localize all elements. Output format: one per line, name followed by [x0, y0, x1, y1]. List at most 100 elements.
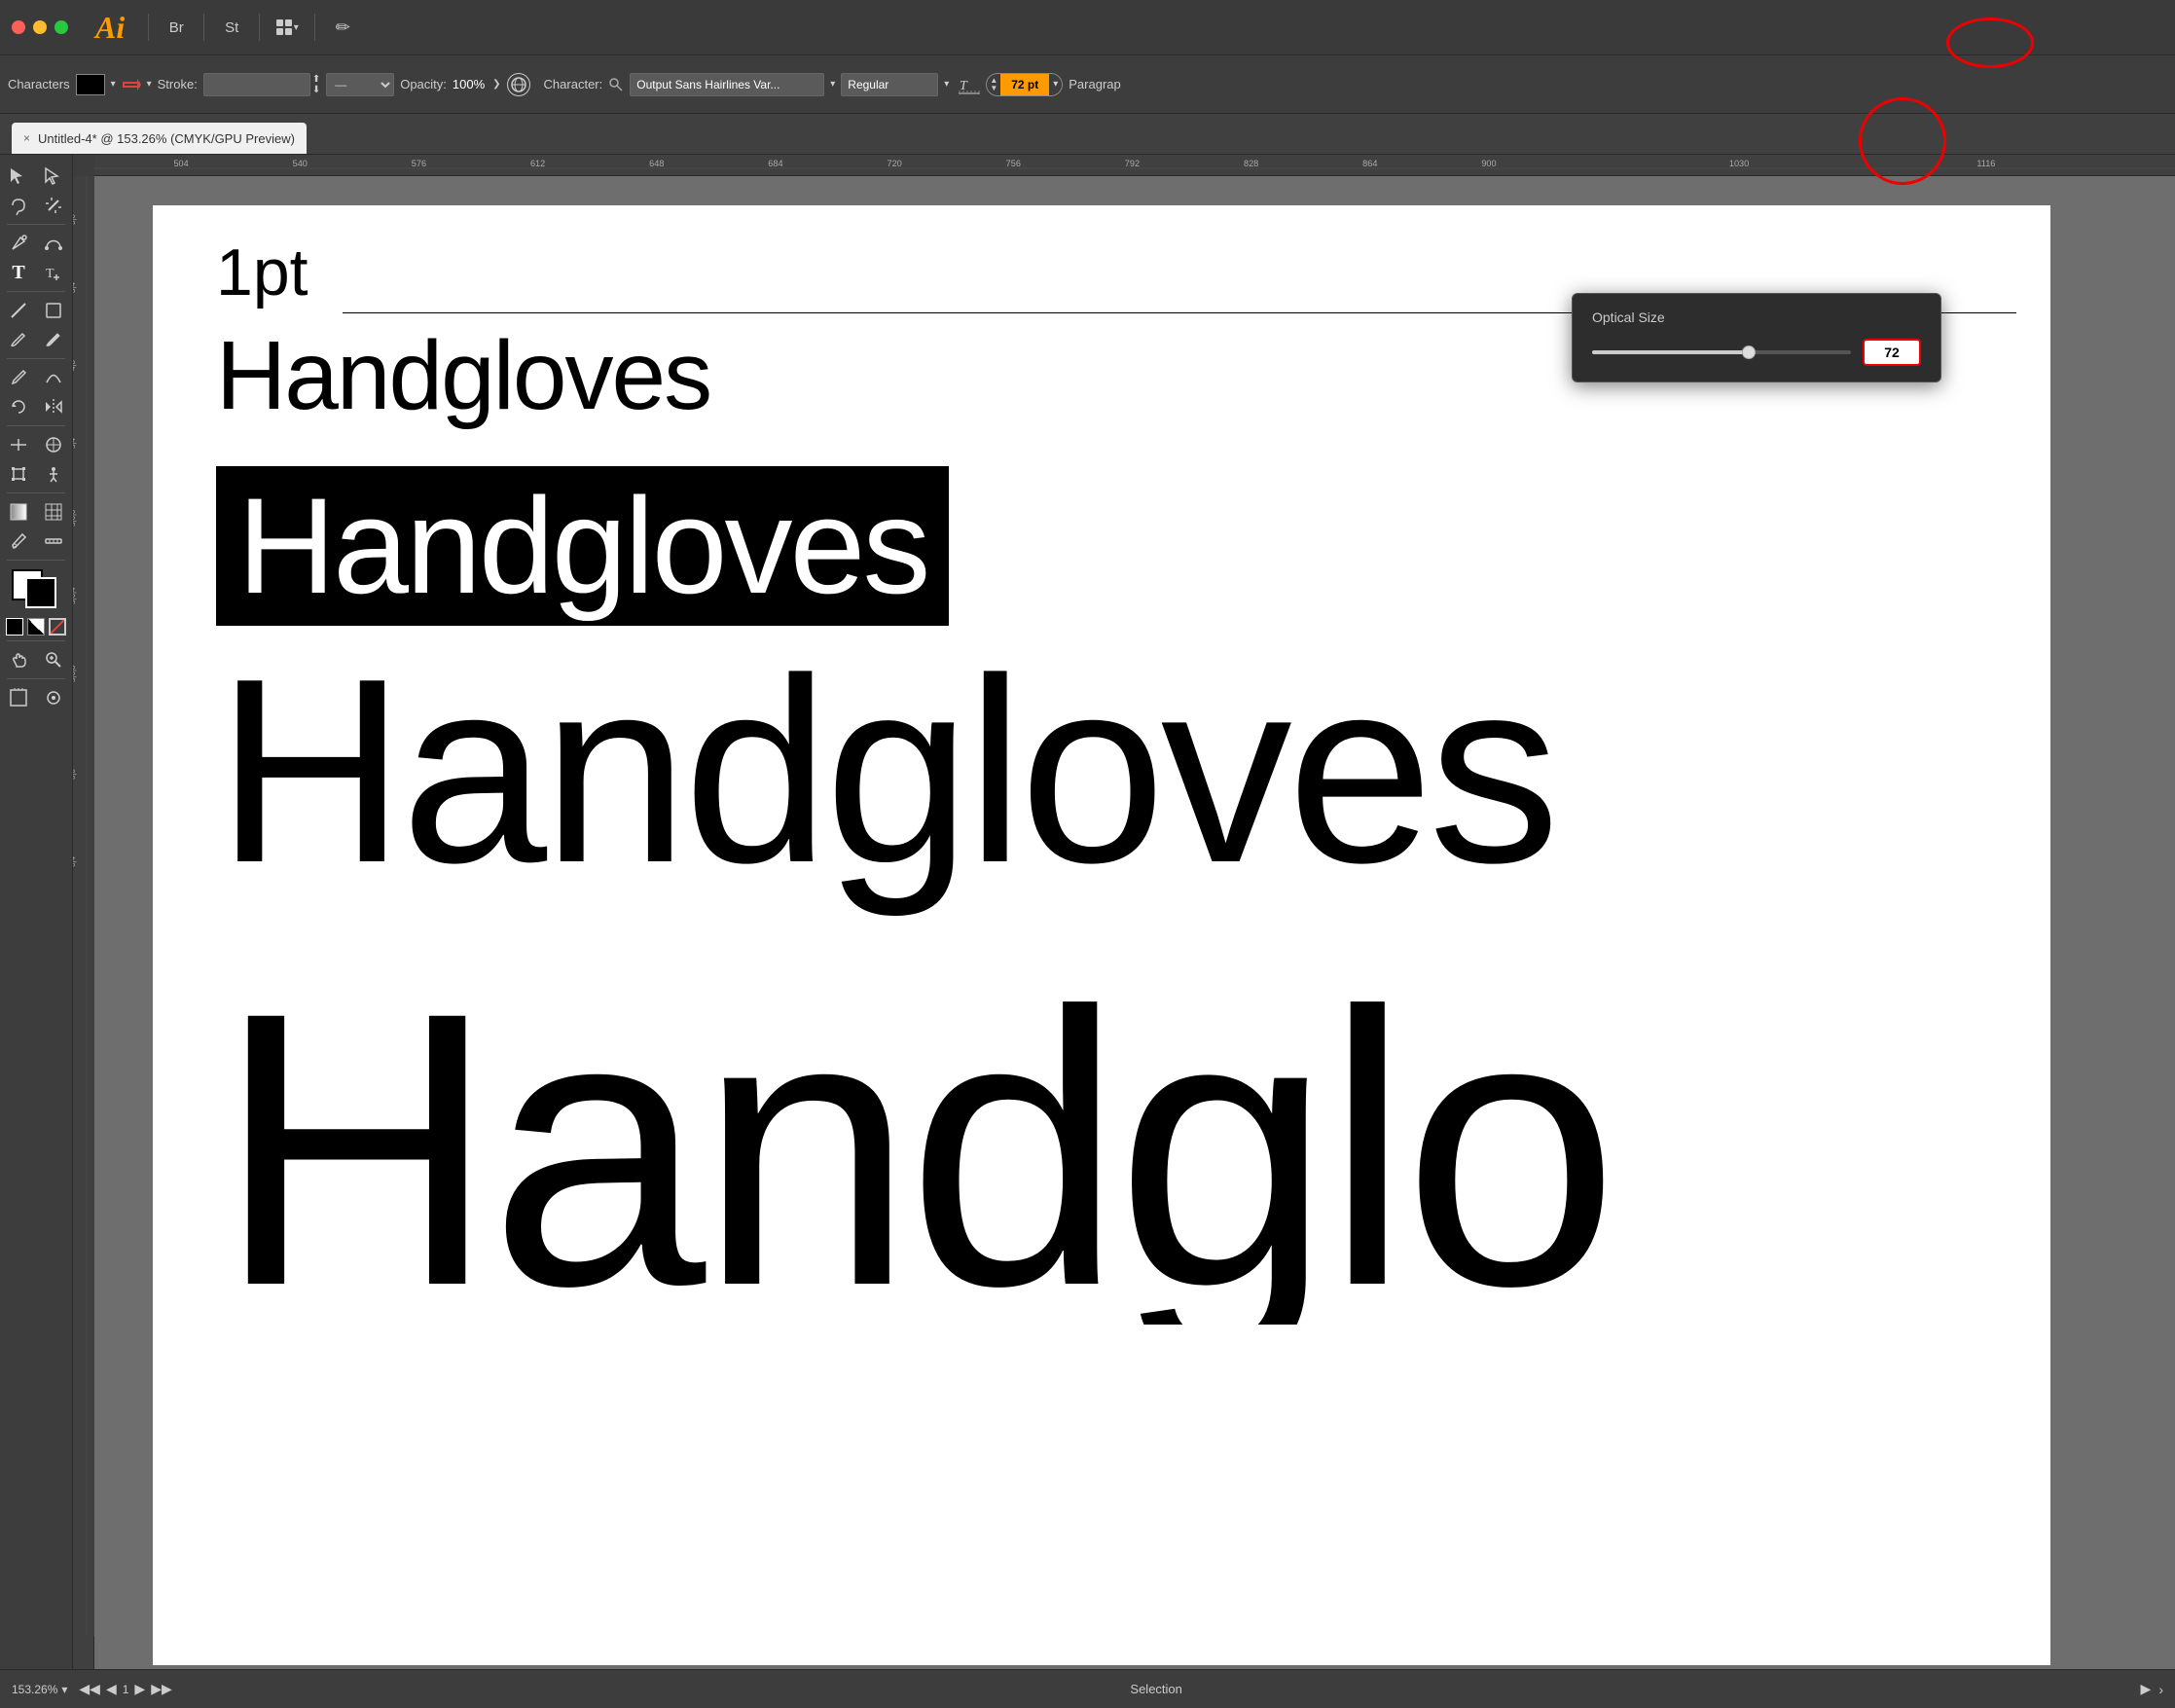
prev-page-button[interactable]: ◀: [106, 1681, 117, 1697]
free-transform-tool[interactable]: [2, 460, 35, 488]
minimize-button[interactable]: [33, 20, 47, 34]
toolbar-sep-2: [7, 291, 65, 292]
fullscreen-button[interactable]: [54, 20, 68, 34]
toolbar-sep-1: [7, 224, 65, 225]
font-size-spinner[interactable]: ▲ ▼: [987, 77, 1000, 92]
page-nav-group: ◀◀ ◀ 1 ▶ ▶▶: [79, 1681, 171, 1697]
font-metrics-icon-group: T: [959, 74, 980, 95]
curvature-tool[interactable]: [37, 230, 70, 257]
characters-label: Characters: [8, 77, 70, 91]
optical-size-slider-row: 72: [1592, 339, 1921, 366]
font-size-expand-icon[interactable]: ▾: [1049, 79, 1062, 90]
zoom-tool[interactable]: [37, 646, 70, 673]
text-handgloves-regular: Handgloves: [216, 320, 710, 432]
stroke-dropdown-icon[interactable]: ▾: [147, 79, 152, 90]
line-segment-tool[interactable]: [2, 297, 35, 324]
measure-tool[interactable]: [37, 527, 70, 555]
next-next-page-button[interactable]: ▶▶: [151, 1681, 172, 1697]
lasso-tools-row: [2, 192, 70, 219]
horizontal-ruler: 504 540 576 612 648 684 720 756 792 828 …: [94, 155, 2175, 176]
svg-text:5|6|4: 5|6|4: [73, 587, 77, 604]
selection-tool[interactable]: [2, 163, 35, 190]
hand-tool[interactable]: [2, 646, 35, 673]
canvas-area[interactable]: 1pt Handgloves Handgloves Handgloves Han…: [94, 176, 2175, 1669]
color-swatches[interactable]: [12, 569, 60, 610]
stock-button[interactable]: St: [216, 14, 247, 41]
optical-size-slider[interactable]: [1592, 350, 1851, 354]
canvas-wrapper: 504 540 576 612 648 684 720 756 792 828 …: [73, 155, 2175, 1669]
optical-size-thumb[interactable]: [1742, 345, 1756, 359]
next-page-button[interactable]: ▶: [134, 1681, 145, 1697]
blob-brush-tool[interactable]: [37, 326, 70, 353]
pen-icon: ✏: [336, 18, 350, 38]
symbol-sprayer-tool[interactable]: [37, 684, 70, 711]
prev-prev-page-button[interactable]: ◀◀: [79, 1681, 100, 1697]
paintbrush-tool[interactable]: [2, 326, 35, 353]
status-center: Selection: [184, 1682, 2129, 1696]
no-color-icon[interactable]: [49, 618, 66, 636]
gradient-color-icon[interactable]: [27, 618, 45, 636]
next-frame-button[interactable]: ›: [2158, 1682, 2163, 1697]
font-size-down-icon[interactable]: ▼: [990, 85, 997, 92]
bridge-button[interactable]: Br: [161, 14, 192, 41]
font-style-dropdown-icon[interactable]: ▾: [944, 79, 949, 90]
stroke-spinner[interactable]: ⬆⬇: [312, 74, 320, 95]
eyedropper-tools-row: [2, 527, 70, 555]
direct-selection-tool[interactable]: [37, 163, 70, 190]
smooth-tool[interactable]: [37, 364, 70, 391]
grid-view-button[interactable]: ▾: [272, 14, 303, 41]
pencil-tool[interactable]: [2, 364, 35, 391]
text-handgloves-inverted-container: Handgloves: [216, 466, 949, 626]
svg-text:828: 828: [1244, 159, 1258, 168]
stroke-label: Stroke:: [158, 77, 198, 91]
opacity-expand-icon[interactable]: ❯: [492, 79, 500, 90]
shape-tools-row: [2, 326, 70, 353]
canvas-with-ruler: 3|0 3|4 4|8 5|4 5|6|0 5|6|4 5|6|8 6|0 6|…: [73, 176, 2175, 1669]
svg-text:3|4: 3|4: [73, 281, 77, 293]
width-tool[interactable]: [2, 431, 35, 458]
type-tool[interactable]: T: [2, 259, 35, 286]
svg-text:720: 720: [887, 159, 901, 168]
toolbar-sep-8: [7, 678, 65, 679]
svg-text:T: T: [46, 267, 54, 281]
lasso-tool[interactable]: [2, 192, 35, 219]
paragraph-button[interactable]: Paragrap: [1069, 77, 1120, 91]
font-style-input[interactable]: [841, 73, 938, 96]
text-handgloves-xl: Handglo: [216, 974, 1612, 1325]
separator3: [259, 14, 260, 41]
artboard-tool[interactable]: [2, 684, 35, 711]
stroke-value-input[interactable]: [203, 73, 310, 96]
rotate-tool[interactable]: [2, 393, 35, 420]
svg-text:3|0: 3|0: [73, 213, 77, 225]
optical-size-value-input[interactable]: 72: [1863, 339, 1921, 366]
puppet-warp-tool[interactable]: [37, 460, 70, 488]
zoom-dropdown-icon[interactable]: ▾: [61, 1683, 67, 1696]
normal-color-icon[interactable]: [6, 618, 23, 636]
mesh-tool[interactable]: [37, 498, 70, 526]
fill-dropdown-icon[interactable]: ▾: [111, 79, 116, 90]
globe-icon[interactable]: [507, 73, 530, 96]
gradient-tool[interactable]: [2, 498, 35, 526]
separator: [148, 14, 149, 41]
document-tab[interactable]: × Untitled-4* @ 153.26% (CMYK/GPU Previe…: [12, 123, 307, 154]
touch-type-tool[interactable]: T: [37, 259, 70, 286]
pen-tool[interactable]: [2, 230, 35, 257]
eyedropper-tool[interactable]: [2, 527, 35, 555]
tab-bar: × Untitled-4* @ 153.26% (CMYK/GPU Previe…: [0, 114, 2175, 155]
font-size-group: ▲ ▼ 72 pt ▾: [986, 73, 1063, 96]
magic-wand-tool[interactable]: [37, 192, 70, 219]
tab-title: Untitled-4* @ 153.26% (CMYK/GPU Preview): [38, 131, 295, 146]
close-button[interactable]: [12, 20, 25, 34]
fill-swatch[interactable]: [76, 74, 105, 95]
play-button[interactable]: ▶: [2141, 1681, 2152, 1697]
warp-tool[interactable]: [37, 431, 70, 458]
font-name-dropdown-icon[interactable]: ▾: [830, 79, 835, 90]
font-size-value[interactable]: 72 pt: [1000, 74, 1049, 95]
arc-tool[interactable]: [37, 297, 70, 324]
font-name-input[interactable]: [630, 73, 824, 96]
reflect-tool[interactable]: [37, 393, 70, 420]
tab-close-icon[interactable]: ×: [23, 131, 30, 145]
pen-touch-button[interactable]: ✏: [327, 14, 358, 41]
extra-tools-row: [2, 684, 70, 711]
stroke-style-dropdown[interactable]: —: [326, 73, 394, 96]
